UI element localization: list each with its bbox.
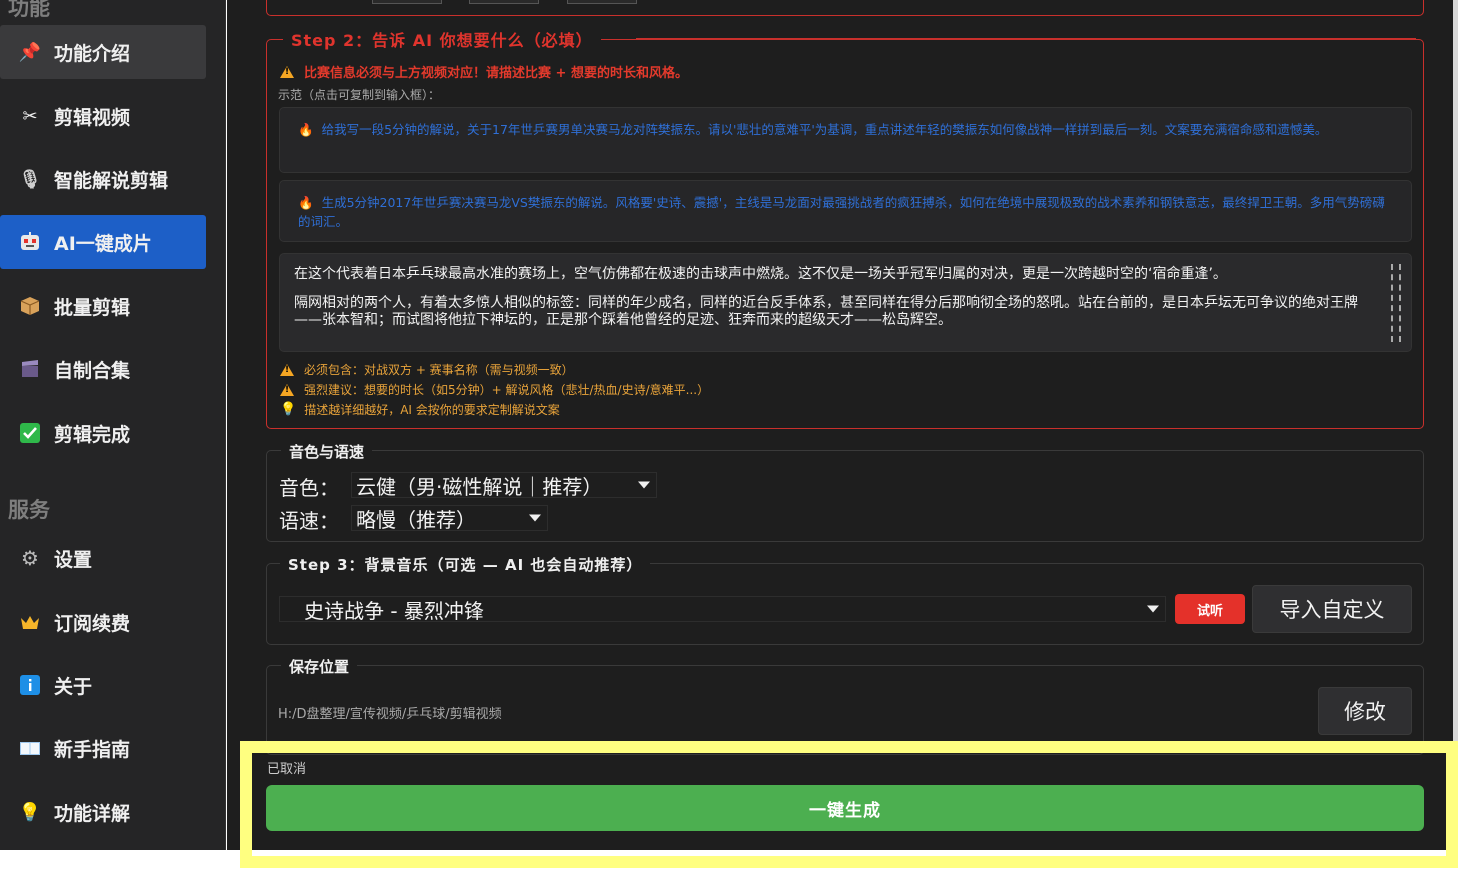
warning-icon bbox=[280, 363, 294, 376]
chevron-down-icon bbox=[529, 514, 541, 522]
speed-select-value: 略慢（推荐） bbox=[356, 507, 476, 532]
main-panel: Step 2：告诉 AI 你想要什么（必填） 比赛信息必须与上方视频对应！请描述… bbox=[227, 0, 1453, 850]
sidebar-item-smart-commentary[interactable]: 🎙 智能解说剪辑 bbox=[0, 152, 206, 206]
sidebar-item-label: 智能解说剪辑 bbox=[54, 169, 169, 192]
sidebar-item-feature-details[interactable]: 💡 功能详解 bbox=[0, 785, 206, 839]
window-edge bbox=[1453, 0, 1458, 850]
listen-button[interactable]: 试听 bbox=[1175, 594, 1245, 624]
step3-title: Step 3：背景音乐（可选 — AI 也会自动推荐） bbox=[280, 554, 651, 575]
info-icon bbox=[18, 673, 42, 697]
sidebar-item-label: 批量剪辑 bbox=[54, 296, 131, 319]
modify-button[interactable]: 修改 bbox=[1318, 687, 1412, 735]
speed-label: 语速： bbox=[279, 509, 339, 533]
warning-icon bbox=[280, 65, 294, 78]
step2-hint: 示范（点击可复制到输入框）： bbox=[278, 88, 441, 102]
flame-icon: 🔥 bbox=[298, 195, 314, 210]
step1-field[interactable] bbox=[469, 0, 539, 4]
pin-icon: 📌 bbox=[18, 41, 42, 63]
step2-note-text: 必须包含：对战双方 + 赛事名称（需与视频一致） bbox=[304, 363, 574, 377]
warning-icon bbox=[280, 383, 294, 396]
step2-warning-text: 比赛信息必须与上方视频对应！请描述比赛 + 想要的时长和风格。 bbox=[304, 66, 688, 81]
voice-select[interactable]: 云健（男·磁性解说｜推荐） bbox=[351, 472, 657, 499]
chevron-down-icon bbox=[638, 481, 650, 489]
microphone-icon: 🎙 bbox=[18, 168, 42, 190]
scissors-icon: ✂ bbox=[22, 105, 38, 127]
sidebar-item-edit-video[interactable]: ✂ 剪辑视频 bbox=[0, 89, 206, 143]
gear-icon: ⚙ bbox=[21, 546, 39, 570]
voice-select-value: 云健（男·磁性解说｜推荐） bbox=[356, 474, 603, 499]
chevron-down-icon bbox=[1147, 605, 1159, 613]
section-title-services: 服务 bbox=[8, 498, 50, 522]
sidebar-item-about[interactable]: 关于 bbox=[0, 658, 206, 712]
sidebar-item-beginner-guide[interactable]: 新手指南 bbox=[0, 721, 206, 775]
sidebar-item-label: 自制合集 bbox=[54, 359, 131, 382]
prompt-paragraph: 隔网相对的两个人，有着太多惊人相似的标签：同样的年少成名，同样的近台反手体系，甚… bbox=[294, 295, 1358, 328]
status-text: 已取消 bbox=[267, 762, 307, 777]
sidebar-item-label: 订阅续费 bbox=[54, 612, 131, 635]
example-card[interactable]: 🔥 给我写一段5分钟的解说，关于17年世乒赛男单决赛马龙对阵樊振东。请以'悲壮的意… bbox=[279, 107, 1412, 173]
example-card[interactable]: 🔥 生成5分钟2017年世乒赛决赛马龙VS樊振东的解说。风格要'史诗、震撼'，主线… bbox=[279, 180, 1412, 242]
voice-label: 音色： bbox=[279, 476, 339, 500]
sidebar-item-label: 新手指南 bbox=[54, 738, 131, 761]
step2-title: Step 2：告诉 AI 你想要什么（必填） bbox=[283, 27, 601, 51]
step2-title-rule bbox=[636, 38, 1416, 39]
generate-button[interactable]: 一键生成 bbox=[266, 785, 1424, 831]
flame-icon: 🔥 bbox=[298, 122, 314, 137]
save-section-title: 保存位置 bbox=[281, 656, 358, 677]
step2-note-text: 强烈建议：想要的时长（如5分钟）+ 解说风格（悲壮/热血/史诗/意难平...） bbox=[304, 383, 710, 397]
sidebar-item-label: AI一键成片 bbox=[54, 232, 152, 255]
sidebar: 功能 📌 功能介绍 ✂ 剪辑视频 🎙 智能解说剪辑 AI一键成片 批量剪辑 自制… bbox=[0, 0, 226, 850]
speed-select[interactable]: 略慢（推荐） bbox=[351, 505, 548, 532]
step1-field[interactable] bbox=[567, 0, 637, 4]
sidebar-item-label: 剪辑视频 bbox=[54, 106, 131, 129]
step1-field[interactable] bbox=[372, 0, 442, 4]
sidebar-item-intro[interactable]: 📌 功能介绍 bbox=[0, 25, 206, 79]
sidebar-item-label: 设置 bbox=[54, 548, 93, 571]
textarea-scrollbar[interactable] bbox=[1391, 264, 1401, 342]
music-select-value: 史诗战争 - 暴烈冲锋 bbox=[304, 598, 484, 623]
robot-icon bbox=[18, 230, 42, 254]
save-path: H:/D盘整理/宣传视频/乒乓球/剪辑视频 bbox=[278, 707, 502, 722]
crown-icon bbox=[18, 610, 42, 634]
bulb-icon: 💡 bbox=[18, 801, 42, 823]
step2-note: 💡 描述越详细越好，AI 会按你的要求定制解说文案 bbox=[280, 401, 560, 418]
sidebar-item-label: 功能详解 bbox=[54, 802, 131, 825]
check-icon bbox=[18, 421, 42, 445]
step2-note: 强烈建议：想要的时长（如5分钟）+ 解说风格（悲壮/热血/史诗/意难平...） bbox=[280, 381, 709, 398]
bulb-icon: 💡 bbox=[280, 402, 297, 417]
sidebar-item-settings[interactable]: ⚙ 设置 bbox=[0, 531, 206, 585]
sidebar-item-label: 关于 bbox=[54, 675, 93, 698]
sidebar-item-ai-one-click[interactable]: AI一键成片 bbox=[0, 215, 206, 269]
sidebar-item-edit-done[interactable]: 剪辑完成 bbox=[0, 406, 206, 460]
prompt-paragraph: 在这个代表着日本乒乓球最高水准的赛场上，空气仿佛都在极速的击球声中燃烧。这不仅是… bbox=[294, 266, 1227, 282]
example-text: 生成5分钟2017年世乒赛决赛马龙VS樊振东的解说。风格要'史诗、震撼'，主线是… bbox=[298, 195, 1385, 229]
music-select[interactable]: 史诗战争 - 暴烈冲锋 bbox=[279, 596, 1166, 623]
sidebar-item-label: 功能介绍 bbox=[54, 42, 131, 65]
step2-note-text: 描述越详细越好，AI 会按你的要求定制解说文案 bbox=[304, 403, 560, 417]
sidebar-item-subscription[interactable]: 订阅续费 bbox=[0, 595, 206, 649]
package-icon bbox=[18, 294, 42, 318]
step2-warning: 比赛信息必须与上方视频对应！请描述比赛 + 想要的时长和风格。 bbox=[280, 62, 688, 81]
book-icon bbox=[18, 736, 42, 760]
section-title-functions: 功能 bbox=[8, 0, 50, 20]
sidebar-item-custom-collection[interactable]: 自制合集 bbox=[0, 342, 206, 396]
prompt-textarea[interactable]: 在这个代表着日本乒乓球最高水准的赛场上，空气仿佛都在极速的击球声中燃烧。这不仅是… bbox=[279, 253, 1412, 352]
import-custom-button[interactable]: 导入自定义 bbox=[1252, 585, 1412, 633]
step2-note: 必须包含：对战双方 + 赛事名称（需与视频一致） bbox=[280, 361, 574, 378]
clapper-icon bbox=[18, 357, 42, 381]
sidebar-item-batch-edit[interactable]: 批量剪辑 bbox=[0, 279, 206, 333]
voice-section-title: 音色与语速 bbox=[281, 441, 373, 462]
example-text: 给我写一段5分钟的解说，关于17年世乒赛男单决赛马龙对阵樊振东。请以'悲壮的意难… bbox=[321, 122, 1328, 137]
sidebar-item-label: 剪辑完成 bbox=[54, 423, 131, 446]
